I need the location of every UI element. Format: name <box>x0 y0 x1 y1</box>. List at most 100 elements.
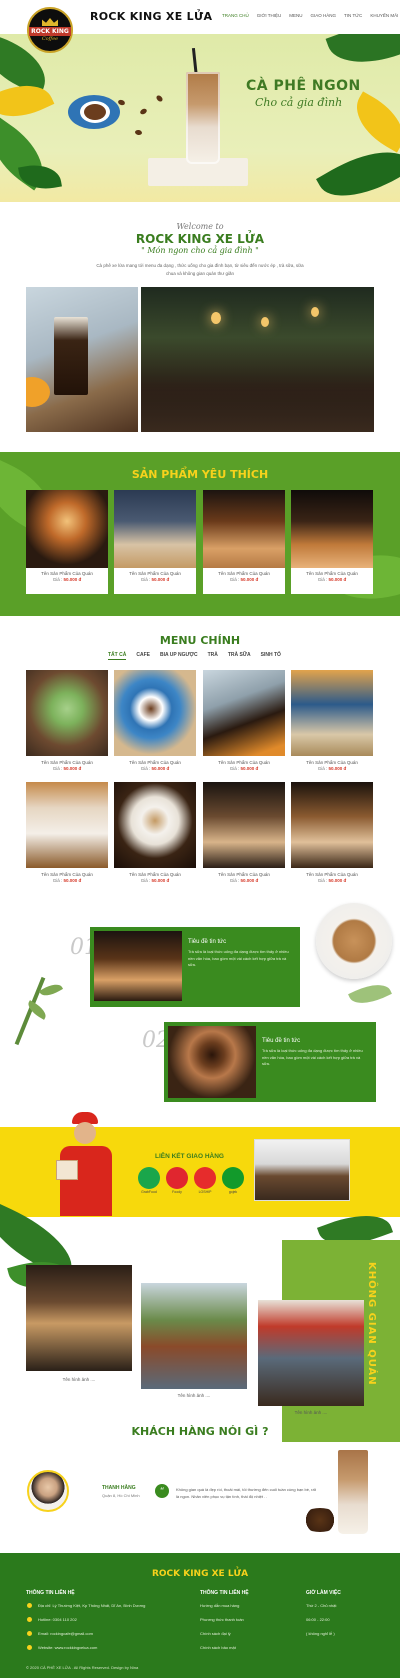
menu-item[interactable]: Tên Sản Phẩm Của Quán Giá : 50.000 đ <box>26 670 108 771</box>
customers-title: KHÁCH HÀNG NÓI GÌ ? <box>131 1425 269 1438</box>
product-name: Tên Sản Phẩm Của Quán <box>306 872 358 877</box>
about-photo-shop <box>141 287 374 432</box>
news-description: Trà sữa là loại thức uống đa dạng được t… <box>262 1048 363 1066</box>
menu-item[interactable]: Tên Sản Phẩm Của Quán Giá : 50.000 đ <box>114 782 196 883</box>
email-icon <box>27 1631 32 1636</box>
foody-icon[interactable] <box>166 1167 188 1189</box>
gojek-icon[interactable] <box>222 1167 244 1189</box>
product-name: Tên Sản Phẩm Của Quán <box>129 571 181 576</box>
news-description: Trà sữa là loại thức uống đa dạng được t… <box>188 949 289 967</box>
footer-address: Địa chỉ: Lý Thường Kiệt, Kp Thống Nhất, … <box>38 1603 146 1608</box>
product-name: Tên Sản Phẩm Của Quán <box>129 872 181 877</box>
menu-tabs: TẤT CẢ CAFE BIA UP NGƯỢC TRÀ TRÀ SỮA SIN… <box>108 652 281 660</box>
footer-col2-title: THÔNG TIN LIÊN HỆ <box>200 1590 249 1596</box>
footer-hours: Thứ 2 - Chủ nhật <box>306 1603 337 1608</box>
delivery-app-label: gojek <box>228 1190 238 1194</box>
menu-item[interactable]: Tên Sản Phẩm Của Quán Giá : 50.000 đ <box>203 670 285 771</box>
menu-item[interactable]: Tên Sản Phẩm Của Quán Giá : 50.000 đ <box>203 782 285 883</box>
hero-heading: CÀ PHÊ NGON <box>246 78 361 94</box>
loship-icon[interactable] <box>194 1167 216 1189</box>
customer-quote: Không gian quá là đẹp rồi, thoải mái, tô… <box>176 1487 316 1499</box>
coffee-bean-icon <box>139 107 148 116</box>
footer-email[interactable]: Email: rockingcafe@gmail.com <box>38 1631 93 1636</box>
nav-delivery[interactable]: GIAO HÀNG <box>311 13 337 18</box>
space-photo[interactable] <box>26 1265 132 1371</box>
tab-milk-tea[interactable]: TRÀ SỮA <box>228 652 251 660</box>
nav-home[interactable]: TRANG CHỦ <box>222 13 249 18</box>
site-title: ROCK KING XE LỬA <box>90 10 213 23</box>
product-price: Giá : 50.000 đ <box>229 878 259 883</box>
product-image <box>203 782 285 868</box>
space-photo[interactable] <box>141 1283 247 1389</box>
menu-item[interactable]: Tên Sản Phẩm Của Quán Giá : 50.000 đ <box>291 782 373 883</box>
product-price: Giá : 50.000 đ <box>317 577 347 582</box>
favorite-card[interactable]: Tên Sản Phẩm Của Quán Giá : 50.000 đ <box>291 490 373 594</box>
coffee-bean-icon <box>134 129 143 136</box>
tab-smoothie[interactable]: SINH TỐ <box>261 652 281 660</box>
news-title: Tiêu đề tin tức <box>262 1038 301 1044</box>
tab-beer[interactable]: BIA UP NGƯỢC <box>160 652 198 660</box>
news-card[interactable]: Tiêu đề tin tức Trà sữa là loại thức uốn… <box>90 927 300 1007</box>
product-name: Tên Sản Phẩm Của Quán <box>306 571 358 576</box>
globe-icon <box>27 1645 32 1650</box>
product-price: Giá : 50.000 đ <box>229 577 259 582</box>
news-image <box>168 1026 256 1098</box>
favorite-card[interactable]: Tên Sản Phẩm Của Quán Giá : 50.000 đ <box>203 490 285 594</box>
product-name: Tên Sản Phẩm Của Quán <box>218 571 270 576</box>
product-image <box>291 782 373 868</box>
tab-tea[interactable]: TRÀ <box>208 652 218 660</box>
favorite-card[interactable]: Tên Sản Phẩm Của Quán Giá : 50.000 đ <box>114 490 196 594</box>
space-photo[interactable] <box>258 1300 364 1406</box>
footer-website[interactable]: Website: www.rockkingxelua.com <box>38 1645 97 1650</box>
product-name: Tên Sản Phẩm Của Quán <box>129 760 181 765</box>
footer-link[interactable]: Chính sách bảo mật <box>200 1645 236 1650</box>
site-logo[interactable]: ROCK KING Coffee <box>27 7 73 53</box>
menu-item[interactable]: Tên Sản Phẩm Của Quán Giá : 50.000 đ <box>114 670 196 771</box>
logo-text: ROCK KING <box>29 27 71 36</box>
favorite-card[interactable]: Tên Sản Phẩm Của Quán Giá : 50.000 đ <box>26 490 108 594</box>
about-photo-drink <box>26 287 138 432</box>
space-caption: Tên hình ảnh .... <box>62 1377 96 1382</box>
menu-item[interactable]: Tên Sản Phẩm Của Quán Giá : 50.000 đ <box>26 782 108 883</box>
news-title: Tiêu đề tin tức <box>188 939 227 945</box>
news-image <box>94 931 182 1001</box>
grabfood-icon[interactable] <box>138 1167 160 1189</box>
nav-promotions[interactable]: KHUYẾN MÃI <box>370 13 398 18</box>
product-price: Giá : 50.000 đ <box>140 577 170 582</box>
leaf-decoration <box>325 34 400 77</box>
product-name: Tên Sản Phẩm Của Quán <box>41 760 93 765</box>
leaf-decoration <box>345 91 400 153</box>
leaf-decoration <box>18 160 62 194</box>
nav-menu[interactable]: MENU <box>289 13 302 18</box>
footer-link[interactable]: Phương thức thanh toán <box>200 1617 244 1622</box>
product-image <box>291 670 373 756</box>
product-image <box>203 670 285 756</box>
delivery-title: LIÊN KẾT GIAO HÀNG <box>155 1153 224 1160</box>
tab-cafe[interactable]: CAFE <box>136 652 150 660</box>
news-card[interactable]: Tiêu đề tin tức Trà sữa là loại thức uốn… <box>164 1022 376 1102</box>
footer-hotline: Hotline: 0304 110 202 <box>38 1617 77 1622</box>
coffee-bean-icon <box>117 98 126 107</box>
product-price: Giá : 50.000 đ <box>140 878 170 883</box>
menu-item[interactable]: Tên Sản Phẩm Của Quán Giá : 50.000 đ <box>291 670 373 771</box>
product-image <box>114 670 196 756</box>
main-nav: TRANG CHỦ GIỚI THIỆU MENU GIAO HÀNG TIN … <box>222 13 398 18</box>
footer-link[interactable]: Chính sách đại lý <box>200 1631 231 1636</box>
product-name: Tên Sản Phẩm Của Quán <box>306 760 358 765</box>
location-icon <box>27 1603 32 1608</box>
nav-about[interactable]: GIỚI THIỆU <box>257 13 282 18</box>
tab-all[interactable]: TẤT CẢ <box>108 652 127 660</box>
customer-location: Quận 8, Hồ Chí Minh <box>102 1493 140 1498</box>
product-name: Tên Sản Phẩm Của Quán <box>41 872 93 877</box>
product-image <box>114 490 196 568</box>
footer-col3-title: GIỜ LÀM VIỆC <box>306 1590 341 1596</box>
footer-link[interactable]: Hướng dẫn mua hàng <box>200 1603 239 1608</box>
footer-col1-title: THÔNG TIN LIÊN HỆ <box>26 1590 75 1596</box>
customer-name: THANH HẰNG <box>102 1485 136 1491</box>
delivery-man-image <box>50 1112 122 1216</box>
nav-news[interactable]: TIN TỨC <box>344 13 362 18</box>
latte-cup-decoration <box>316 903 392 979</box>
product-price: Giá : 50.000 đ <box>52 878 82 883</box>
hero-subheading: Cho cả gia đình <box>255 96 343 109</box>
product-name: Tên Sản Phẩm Của Quán <box>218 760 270 765</box>
